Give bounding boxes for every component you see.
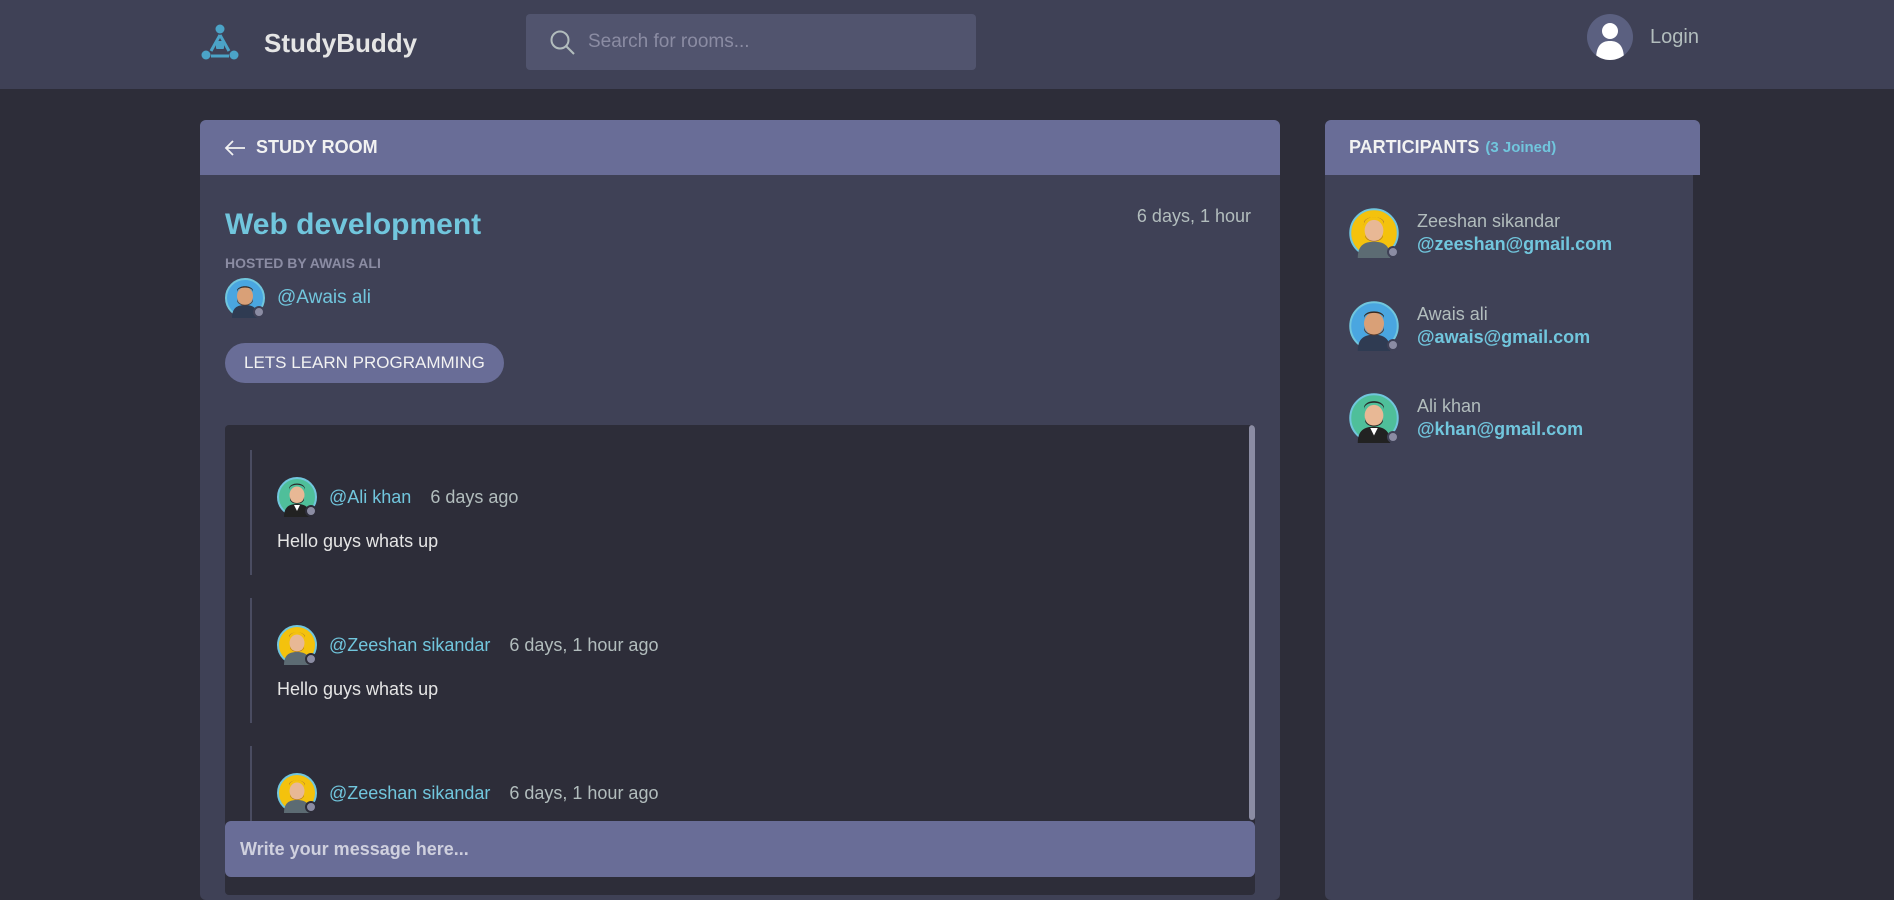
online-status-icon (1387, 246, 1399, 258)
back-arrow-icon[interactable] (224, 137, 246, 159)
host-handle: @Awais ali (277, 287, 371, 308)
room-panel-header: STUDY ROOM (200, 120, 1280, 175)
message-header: @Ali khan 6 days ago (277, 477, 518, 517)
message-author[interactable]: @Zeeshan sikandar (329, 783, 490, 804)
online-status-icon (1387, 431, 1399, 443)
message-input[interactable] (240, 838, 1230, 860)
login-label: Login (1650, 25, 1699, 48)
message-date: 6 days, 1 hour ago (509, 634, 659, 655)
app-logo[interactable]: StudyBuddy (199, 22, 417, 64)
message-header: @Zeeshan sikandar 6 days, 1 hour ago (277, 773, 658, 813)
room-panel-title: STUDY ROOM (256, 137, 378, 157)
participants-count: (3 Joined) (1485, 139, 1557, 156)
participant-email: @zeeshan@gmail.com (1417, 234, 1613, 254)
participant-item[interactable]: Zeeshan sikandar @zeeshan@gmail.com (1349, 208, 1612, 258)
participant-name: Zeeshan sikandar (1417, 211, 1561, 231)
participant-item[interactable]: Awais ali @awais@gmail.com (1349, 301, 1590, 351)
message-author[interactable]: @Zeeshan sikandar (329, 635, 490, 656)
message-thread: @Ali khan 6 days ago Hello guys whats up (250, 450, 518, 575)
avatar (225, 278, 265, 318)
message-composer[interactable] (225, 821, 1255, 877)
participant-name: Ali khan (1417, 396, 1482, 416)
message-date: 6 days ago (430, 486, 519, 507)
avatar (277, 625, 317, 665)
participant-email: @awais@gmail.com (1417, 327, 1591, 347)
online-status-icon (305, 505, 317, 517)
online-status-icon (305, 653, 317, 665)
room-host[interactable]: @Awais ali (225, 278, 371, 318)
online-status-icon (253, 306, 265, 318)
logo-icon (201, 24, 239, 60)
participant-name: Awais ali (1417, 304, 1488, 324)
room-panel: STUDY ROOM Web development 6 days, 1 hou… (200, 120, 1280, 900)
login-link[interactable]: Login (1587, 14, 1699, 60)
participant-info: Zeeshan sikandar @zeeshan@gmail.com (1417, 211, 1612, 255)
participant-info: Awais ali @awais@gmail.com (1417, 304, 1590, 348)
avatar (277, 773, 317, 813)
avatar (1349, 301, 1399, 351)
panel-edge (1693, 175, 1700, 900)
online-status-icon (1387, 339, 1399, 351)
room-created-time: 6 days, 1 hour (1136, 206, 1251, 226)
avatar (277, 477, 317, 517)
message-author[interactable]: @Ali khan (329, 487, 411, 508)
participant-item[interactable]: Ali khan @khan@gmail.com (1349, 393, 1583, 443)
participant-email: @khan@gmail.com (1417, 419, 1584, 439)
search-input[interactable] (588, 31, 948, 53)
user-icon (1587, 14, 1633, 60)
participants-panel: PARTICIPANTS (3 Joined) Zeeshan sikandar… (1325, 120, 1700, 900)
participants-header: PARTICIPANTS (3 Joined) (1325, 120, 1700, 175)
hosted-by-label: HOSTED BY AWAIS ALI (225, 255, 381, 271)
avatar (1349, 393, 1399, 443)
message-header: @Zeeshan sikandar 6 days, 1 hour ago (277, 625, 658, 665)
participants-title: PARTICIPANTS (1349, 137, 1480, 157)
app-name: StudyBuddy (264, 27, 418, 58)
message-thread: @Zeeshan sikandar 6 days, 1 hour ago Hel… (250, 598, 658, 723)
scrollbar[interactable] (1249, 425, 1255, 820)
room-topic-tag[interactable]: LETS LEARN PROGRAMMING (225, 343, 504, 383)
avatar (1349, 208, 1399, 258)
search-icon (550, 30, 575, 55)
message-body: Hello guys whats up (277, 679, 439, 699)
top-navbar: StudyBuddy Login (0, 0, 1894, 89)
room-title: Web development (225, 208, 482, 241)
online-status-icon (305, 801, 317, 813)
search-bar[interactable] (526, 14, 976, 70)
message-date: 6 days, 1 hour ago (509, 782, 659, 803)
participant-info: Ali khan @khan@gmail.com (1417, 396, 1583, 440)
message-body: Hello guys whats up (277, 531, 439, 551)
